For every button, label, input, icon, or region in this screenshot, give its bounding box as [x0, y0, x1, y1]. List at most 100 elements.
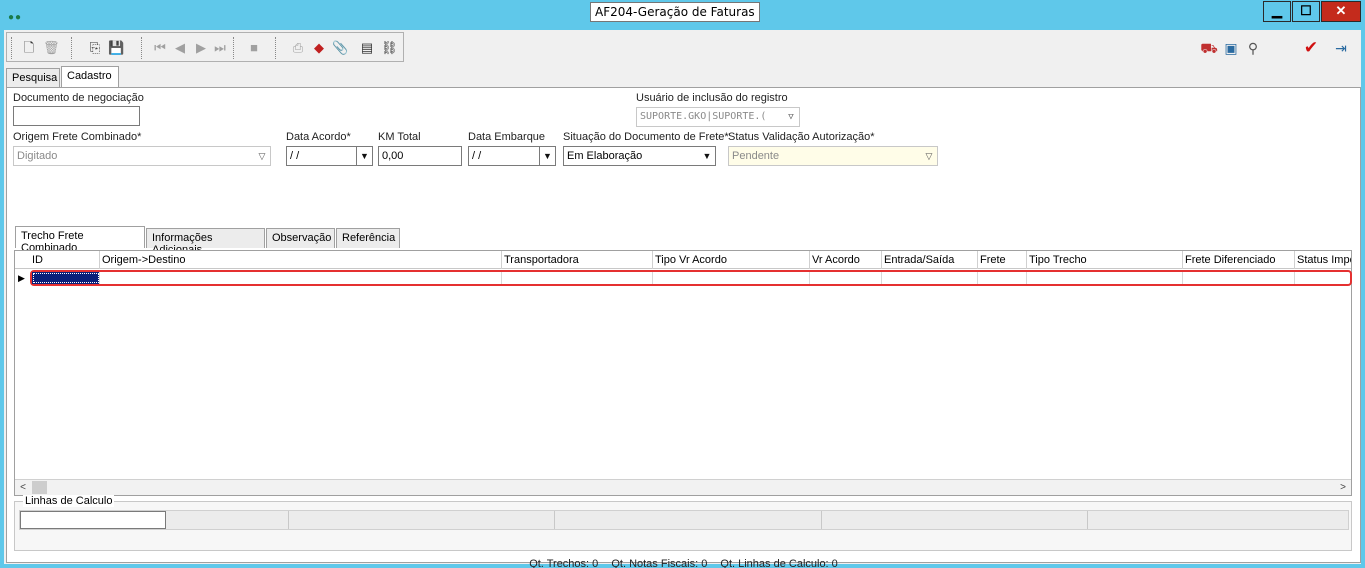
- documento-label: Documento de negociação: [13, 92, 144, 104]
- truck-icon[interactable]: ⛟: [1200, 39, 1218, 57]
- last-icon[interactable]: ⏭: [212, 40, 228, 56]
- chevron-down-icon[interactable]: ▼: [699, 147, 715, 165]
- column-header[interactable]: Frete: [978, 251, 1027, 269]
- client-area: 🗋 🗑 ⎘ 💾 ⏮ ◀ ▶ ⏭ ■ ⎙ ◆ 📎 ▤ ⛓ ⛟ ▣ ⚲ ✔ ⇥ Pe…: [4, 30, 1361, 568]
- next-icon[interactable]: ▶: [193, 40, 209, 56]
- grid-cell[interactable]: [1027, 272, 1183, 284]
- data-acordo-label: Data Acordo*: [286, 131, 351, 143]
- toolbar-separator: [233, 37, 234, 59]
- usuario-label: Usuário de inclusão do registro: [636, 92, 788, 104]
- first-icon[interactable]: ⏮: [152, 40, 168, 56]
- stop-icon[interactable]: ■: [246, 40, 262, 56]
- scroll-left-icon[interactable]: <: [15, 480, 31, 495]
- data-embarque-value: / /: [472, 150, 482, 162]
- scroll-thumb[interactable]: [32, 481, 47, 494]
- eraser-icon[interactable]: ◆: [311, 40, 327, 56]
- grid-cell[interactable]: [810, 272, 882, 284]
- calc-input[interactable]: [20, 511, 166, 529]
- copy-icon[interactable]: ⎘: [87, 40, 103, 56]
- app-window: ●● ado AF204-Geração de Faturas ▁ ☐ ✕ 🗋 …: [0, 0, 1365, 568]
- title-bar: ●● ado AF204-Geração de Faturas ▁ ☐ ✕: [0, 0, 1365, 30]
- attach-icon[interactable]: 📎: [332, 40, 348, 56]
- tab-informacoes-adicionais[interactable]: Informações Adicionais: [146, 228, 265, 256]
- grid-cell[interactable]: [653, 272, 810, 284]
- tab-pesquisa[interactable]: Pesquisa: [6, 68, 60, 88]
- chevron-down-icon: ▽: [788, 112, 794, 122]
- origem-label: Origem Frete Combinado*: [13, 131, 142, 143]
- calc-cell: [554, 511, 821, 529]
- tab-cadastro[interactable]: Cadastro: [61, 66, 119, 88]
- cadastro-panel: Documento de negociação Usuário de inclu…: [6, 87, 1361, 568]
- column-header[interactable]: Frete Diferenciado: [1183, 251, 1295, 269]
- horizontal-scrollbar[interactable]: < >: [15, 479, 1351, 495]
- maximize-button[interactable]: ☐: [1292, 1, 1320, 22]
- chevron-down-icon: ▽: [258, 151, 266, 161]
- status-validacao-value: Pendente: [732, 150, 780, 162]
- group-title: Linhas de Calculo: [23, 495, 115, 507]
- column-header[interactable]: Vr Acordo: [810, 251, 882, 269]
- title-tooltip: AF204-Geração de Faturas: [590, 2, 760, 22]
- column-header[interactable]: Entrada/Saída: [882, 251, 978, 269]
- toolbar-separator: [71, 37, 72, 59]
- save-icon[interactable]: 💾: [108, 40, 124, 56]
- column-header[interactable]: Origem->Destino: [100, 251, 502, 269]
- km-total-label: KM Total: [378, 131, 421, 143]
- grid-header: ID Origem->Destino Transportadora Tipo V…: [15, 251, 1351, 269]
- origem-value: Digitado: [17, 150, 58, 162]
- tab-trecho-frete[interactable]: Trecho Frete Combinado: [15, 226, 145, 254]
- toolbar-separator: [275, 37, 276, 59]
- column-header[interactable]: Transportadora: [502, 251, 653, 269]
- tab-referencia[interactable]: Referência: [336, 228, 400, 248]
- close-button[interactable]: ✕: [1321, 1, 1361, 22]
- data-acordo-picker[interactable]: / / ▼: [286, 146, 373, 166]
- toolbar-separator: [141, 37, 142, 59]
- scroll-right-icon[interactable]: >: [1335, 480, 1351, 495]
- situacao-select[interactable]: Em Elaboração ▼: [563, 146, 716, 166]
- column-header[interactable]: Tipo Vr Acordo: [653, 251, 810, 269]
- calc-cell: [1087, 511, 1349, 529]
- table-row[interactable]: [30, 270, 1352, 286]
- print-icon[interactable]: ⎙: [290, 40, 306, 56]
- calc-row: [19, 510, 1349, 530]
- grid-cell[interactable]: [882, 272, 978, 284]
- column-header[interactable]: Tipo Trecho: [1027, 251, 1183, 269]
- row-indicator-icon: ▶: [18, 273, 25, 283]
- documento-input[interactable]: [13, 106, 140, 126]
- main-toolbar: 🗋 🗑 ⎘ 💾 ⏮ ◀ ▶ ⏭ ■ ⎙ ◆ 📎 ▤ ⛓: [6, 32, 404, 62]
- status-validacao-select: Pendente ▽: [728, 146, 938, 166]
- grid-cell-id[interactable]: [32, 272, 100, 284]
- app-logo-icon: ●●: [8, 12, 23, 23]
- column-header[interactable]: Status Impo: [1295, 251, 1351, 269]
- report-icon[interactable]: ▤: [359, 40, 375, 56]
- grid-cell[interactable]: [100, 272, 502, 284]
- exit-icon[interactable]: ⇥: [1332, 39, 1350, 57]
- new-icon[interactable]: 🗋: [21, 40, 37, 56]
- minimize-button[interactable]: ▁: [1263, 1, 1291, 22]
- trecho-grid[interactable]: ID Origem->Destino Transportadora Tipo V…: [14, 250, 1352, 496]
- search-doc-icon[interactable]: ▣: [1222, 39, 1240, 57]
- km-total-input[interactable]: 0,00: [378, 146, 462, 166]
- data-embarque-label: Data Embarque: [468, 131, 546, 143]
- data-embarque-picker[interactable]: / / ▼: [468, 146, 556, 166]
- chevron-down-icon[interactable]: ▼: [356, 147, 372, 165]
- column-header[interactable]: ID: [30, 251, 100, 269]
- delete-icon[interactable]: 🗑: [43, 40, 60, 56]
- tab-observacao[interactable]: Observação: [266, 228, 335, 248]
- chevron-down-icon[interactable]: ▼: [539, 147, 555, 165]
- trechos-count: Qt. Trechos: 0: [529, 558, 599, 568]
- pin-icon[interactable]: ⚲: [1244, 39, 1262, 57]
- situacao-label: Situação do Documento de Frete*: [563, 131, 729, 143]
- usuario-value: SUPORTE.GKO|SUPORTE.(: [640, 111, 767, 122]
- grid-cell[interactable]: [978, 272, 1027, 284]
- check-icon[interactable]: ✔: [1302, 39, 1320, 57]
- linhas-calculo-group: Linhas de Calculo: [14, 495, 1352, 551]
- grid-cell[interactable]: [1183, 272, 1295, 284]
- chevron-down-icon: ▽: [925, 151, 933, 161]
- prev-icon[interactable]: ◀: [172, 40, 188, 56]
- toolbar-separator: [11, 37, 12, 59]
- data-acordo-value: / /: [290, 150, 300, 162]
- grid-cell[interactable]: [502, 272, 653, 284]
- origem-select: Digitado ▽: [13, 146, 271, 166]
- status-validacao-label: Status Validação Autorização*: [728, 131, 875, 143]
- link-icon[interactable]: ⛓: [381, 40, 398, 56]
